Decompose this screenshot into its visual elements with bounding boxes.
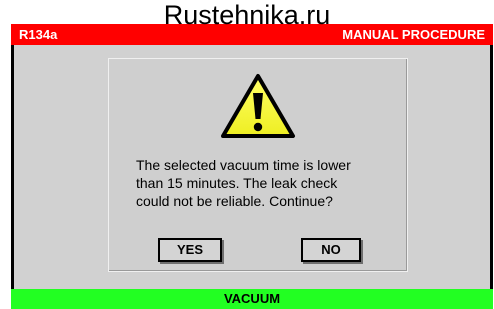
yes-button[interactable]: YES: [158, 238, 222, 262]
machine-display: Rustehnika.ru R134a MANUAL PROCEDURE The…: [0, 0, 494, 309]
phase-label: VACUUM: [223, 291, 281, 306]
message-line: The selected vacuum time is lower: [136, 157, 351, 173]
header-bar: R134a MANUAL PROCEDURE: [11, 24, 493, 45]
status-bar: VACUUM: [11, 289, 493, 309]
message-line: than 15 minutes. The leak check: [136, 175, 338, 191]
main-screen: The selected vacuum time is lower than 1…: [11, 45, 493, 289]
message-line: could not be reliable. Continue?: [136, 193, 333, 209]
procedure-mode-label: MANUAL PROCEDURE: [342, 27, 485, 42]
refrigerant-label: R134a: [19, 27, 58, 42]
warning-icon: [221, 74, 295, 138]
confirm-dialog: The selected vacuum time is lower than 1…: [108, 58, 408, 272]
no-button[interactable]: NO: [301, 238, 361, 262]
dialog-message: The selected vacuum time is lower than 1…: [136, 156, 396, 210]
